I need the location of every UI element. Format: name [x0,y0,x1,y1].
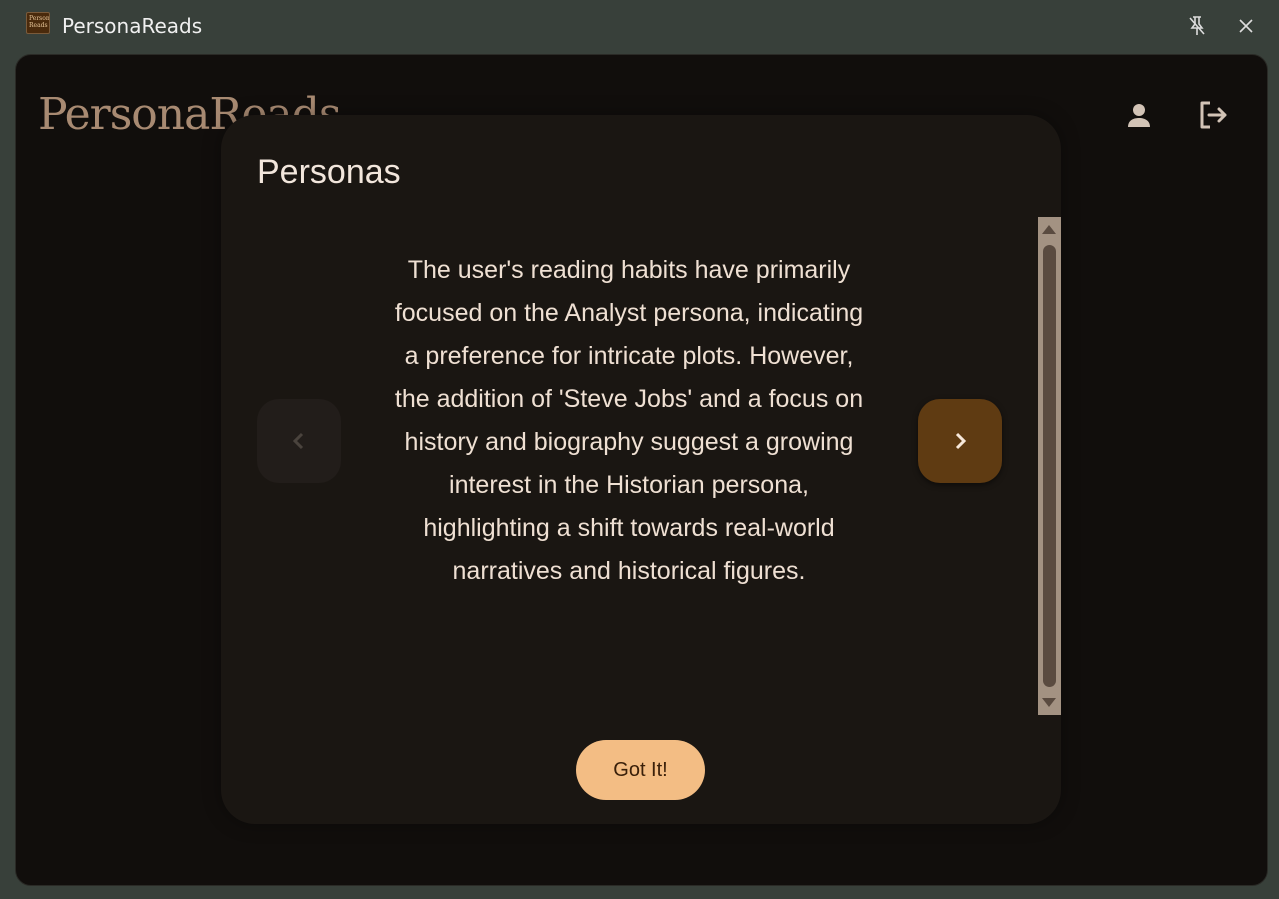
got-it-button[interactable]: Got It! [576,740,705,800]
window-title: PersonaReads [62,14,203,38]
close-icon [1239,19,1253,33]
person-icon [1128,104,1150,127]
scroll-up-arrow-icon[interactable] [1042,225,1056,234]
persona-description: The user's reading habits have primarily… [394,256,864,585]
unpin-icon [1189,16,1205,35]
logout-button[interactable] [1195,97,1231,133]
scroll-thumb[interactable] [1043,245,1056,687]
profile-button[interactable] [1121,97,1157,133]
dialog-title: Personas [257,153,401,191]
app-icon-text: Persona Reads [29,15,50,29]
chevron-right-icon [955,432,967,450]
close-window-button[interactable] [1230,10,1262,42]
personas-dialog: Personas The user's reading habits have … [221,115,1061,824]
app-icon: Persona Reads [26,12,50,34]
scrollbar[interactable] [1038,217,1061,715]
next-persona-button[interactable] [918,399,1002,483]
unpin-button[interactable] [1181,10,1213,42]
window-titlebar: Persona Reads PersonaReads [0,0,1279,52]
previous-persona-button[interactable] [257,399,341,483]
logout-icon [1200,101,1227,129]
scroll-down-arrow-icon[interactable] [1042,698,1056,707]
chevron-left-icon [292,432,304,450]
